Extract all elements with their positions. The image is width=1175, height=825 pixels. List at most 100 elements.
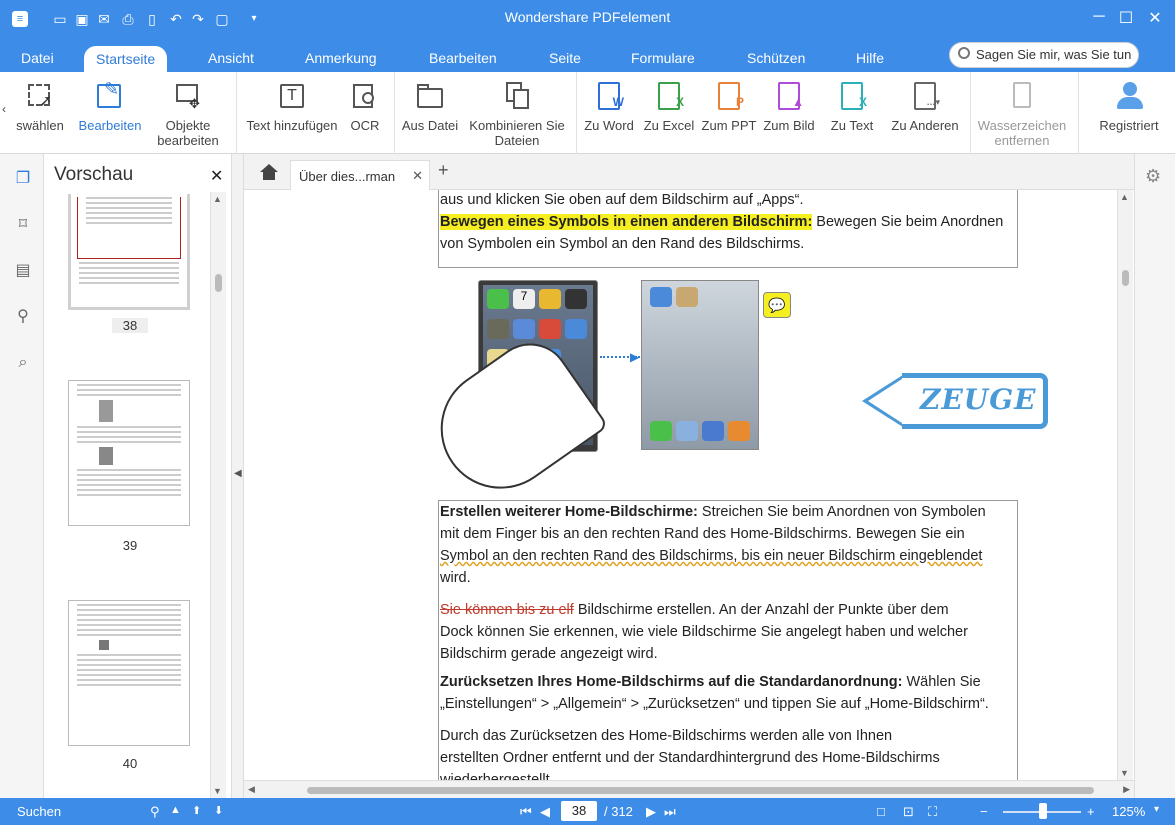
search-prev-icon[interactable]: ▲: [170, 804, 181, 816]
page-thumbnail-39[interactable]: [68, 380, 190, 526]
search-up-icon[interactable]: ⬆: [192, 804, 201, 817]
page-number-39: 39: [122, 538, 138, 553]
bookmark-icon[interactable]: ⌑: [14, 214, 32, 233]
text-box-icon: T: [277, 80, 307, 112]
fit-page-icon[interactable]: ⊡: [903, 804, 914, 820]
close-preview-icon[interactable]: ✕: [210, 166, 223, 186]
strikethrough-text: Sie können bis zu elf: [440, 602, 574, 618]
tab-hilfe[interactable]: Hilfe: [856, 50, 884, 66]
registered-account-button[interactable]: Registriert: [1090, 80, 1168, 133]
tab-schuetzen[interactable]: Schützen: [747, 50, 805, 66]
collapse-arrow-icon: ◀: [234, 468, 242, 479]
document-vscrollbar[interactable]: ▲ ▼: [1117, 190, 1133, 780]
single-page-view-icon[interactable]: □: [877, 804, 885, 819]
ocr-button[interactable]: OCR: [346, 80, 384, 133]
preview-scrollbar[interactable]: ▲ ▼: [210, 192, 226, 798]
document-tab-bar: Über dies...rman ✕ +: [244, 154, 1134, 190]
search-icon: [958, 47, 970, 59]
add-text-button[interactable]: T Text hinzufügen: [240, 80, 344, 133]
text-file-icon: X: [837, 80, 867, 112]
close-tab-icon[interactable]: ✕: [412, 168, 423, 184]
search-down-icon[interactable]: ⬇: [214, 804, 223, 817]
preview-panel: Vorschau ✕ 38 39 40 ▲ ▼: [44, 154, 232, 798]
left-sidebar-strip: ❐ ⌑ ▤ ⚲ ⌕: [0, 154, 44, 798]
edit-objects-button[interactable]: ✥ Objekte bearbeiten: [152, 80, 224, 148]
image-object-icon: ✥: [173, 80, 203, 112]
to-word-button[interactable]: W Zu Word: [580, 80, 638, 133]
home-icon[interactable]: [258, 164, 278, 180]
arrow-right-icon: ▶: [630, 350, 640, 364]
comment-note-icon[interactable]: 💬: [763, 292, 791, 318]
edit-pencil-icon: ✎: [95, 80, 125, 112]
ribbon-separator: [970, 72, 971, 154]
tab-bearbeiten[interactable]: Bearbeiten: [429, 50, 497, 66]
text-block-top[interactable]: aus und klicken Sie oben auf dem Bildsch…: [438, 190, 1018, 268]
other-file-icon: …▾: [910, 80, 940, 112]
tab-formulare[interactable]: Formulare: [631, 50, 695, 66]
remove-watermark-button[interactable]: Wasserzeichen entfernen: [974, 80, 1070, 148]
page-number-input[interactable]: 38: [561, 801, 597, 821]
title-bar: ≡ ▭ ▣ ✉ ⎙ ▯ ↶ ↷ ▢ ▾ Wondershare PDFeleme…: [0, 0, 1175, 42]
to-other-button[interactable]: …▾ Zu Anderen: [886, 80, 964, 133]
close-icon[interactable]: ✕: [1145, 8, 1165, 28]
tab-datei[interactable]: Datei: [21, 50, 54, 66]
first-page-icon[interactable]: ⏮: [520, 804, 532, 820]
menu-tab-bar: Datei Startseite Ansicht Anmerkung Bearb…: [0, 42, 1175, 72]
zoom-dropdown-icon[interactable]: ▾: [1154, 804, 1159, 815]
settings-gear-icon[interactable]: ⚙: [1145, 166, 1161, 187]
tab-startseite[interactable]: Startseite: [84, 46, 168, 72]
last-page-icon[interactable]: ⏭: [664, 804, 676, 820]
document-hscrollbar[interactable]: ◀ ▶: [244, 780, 1134, 798]
search-document-icon[interactable]: ⌕: [14, 354, 32, 372]
combine-files-button[interactable]: Kombinieren Sie Dateien: [466, 80, 568, 148]
page-number-38: 38: [112, 318, 148, 333]
tab-ansicht[interactable]: Ansicht: [208, 50, 254, 66]
preview-title: Vorschau: [54, 164, 134, 185]
text-block-main[interactable]: Erstellen weiterer Home-Bildschirme: Str…: [438, 500, 1018, 780]
selected-region: [77, 197, 181, 259]
from-file-button[interactable]: Aus Datei: [398, 80, 462, 133]
zoom-out-icon[interactable]: −: [980, 804, 988, 819]
folder-icon: [415, 80, 445, 112]
right-sidebar-strip: ⚙: [1134, 154, 1175, 798]
page-thumbnail-40[interactable]: [68, 600, 190, 746]
previous-page-icon[interactable]: ◀: [540, 804, 550, 820]
to-ppt-button[interactable]: P Zum PPT: [700, 80, 758, 133]
search-icon[interactable]: ⚲: [14, 306, 32, 325]
fit-width-icon[interactable]: ⛶: [928, 804, 937, 820]
page-total: / 312: [604, 804, 633, 819]
highlighted-heading: Bewegen eines Symbols in einen anderen B…: [440, 214, 813, 230]
user-avatar-icon: [1114, 80, 1144, 112]
status-search-icon[interactable]: ⚲: [150, 804, 160, 820]
phone-image: [99, 400, 113, 422]
page-thumbnail-38[interactable]: [68, 194, 190, 310]
minimize-icon[interactable]: ─: [1089, 8, 1109, 26]
tab-seite[interactable]: Seite: [549, 50, 581, 66]
thumbnails-icon[interactable]: ❐: [14, 168, 32, 187]
add-tab-icon[interactable]: +: [438, 160, 449, 181]
tab-anmerkung[interactable]: Anmerkung: [305, 50, 377, 66]
status-bar: Suchen ⚲ ▲ ⬆ ⬇ ⏮ ◀ 38 / 312 ▶ ⏭ □ ⊡ ⛶ − …: [0, 798, 1175, 825]
select-button[interactable]: ➚ swählen: [12, 80, 68, 133]
zoom-in-icon[interactable]: +: [1087, 804, 1095, 819]
ribbon-scroll-left-icon[interactable]: ‹: [2, 102, 6, 116]
edit-button[interactable]: ✎ Bearbeiten: [72, 80, 148, 133]
zoom-level[interactable]: 125%: [1112, 804, 1145, 819]
next-page-icon[interactable]: ▶: [646, 804, 656, 820]
zoom-slider-handle[interactable]: [1039, 803, 1047, 819]
document-tab[interactable]: Über dies...rman ✕: [290, 160, 430, 190]
witness-stamp[interactable]: ZEUGE: [862, 373, 1048, 429]
ribbon-separator: [1078, 72, 1079, 154]
comment-icon[interactable]: ▤: [14, 260, 32, 279]
excel-file-icon: X: [654, 80, 684, 112]
combine-documents-icon: [502, 80, 532, 112]
window-title: Wondershare PDFelement: [504, 9, 671, 25]
to-image-button[interactable]: ▲ Zum Bild: [760, 80, 818, 133]
ribbon-separator: [576, 72, 577, 154]
to-excel-button[interactable]: X Zu Excel: [640, 80, 698, 133]
to-text-button[interactable]: X Zu Text: [822, 80, 882, 133]
ribbon-separator: [394, 72, 395, 154]
collapse-panel-handle[interactable]: ◀: [232, 154, 244, 798]
maximize-icon[interactable]: ☐: [1116, 8, 1136, 28]
tell-me-search-input[interactable]: Sagen Sie mir, was Sie tun: [949, 42, 1139, 68]
